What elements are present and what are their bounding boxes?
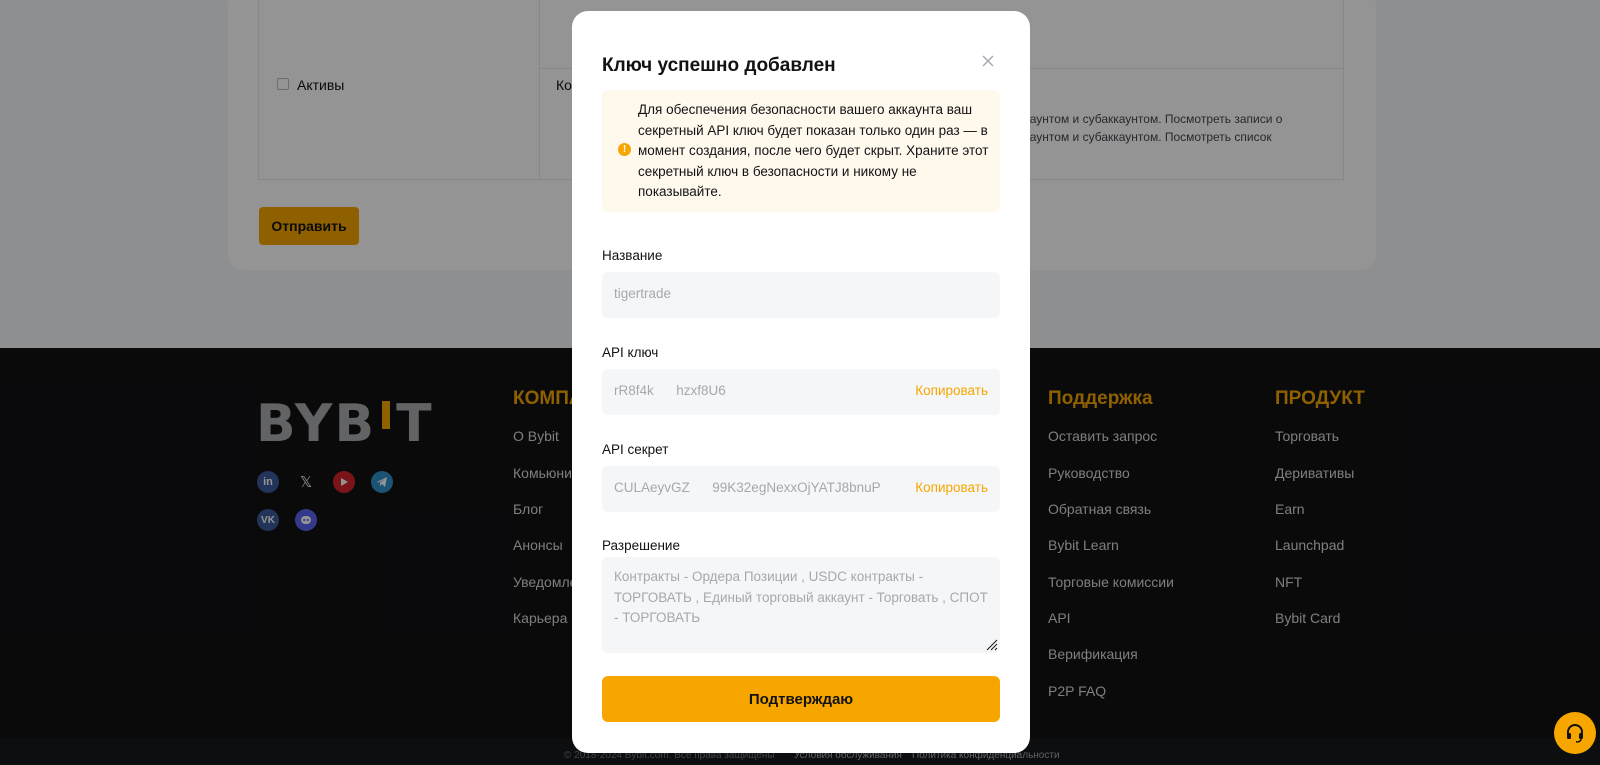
api-secret-field: CULAeyvGZ 99K32egNexxOjYATJ8bnuP Копиров… — [602, 466, 1000, 512]
copy-api-key-button[interactable]: Копировать — [915, 383, 988, 398]
confirm-button[interactable]: Подтверждаю — [602, 676, 1000, 722]
api-key-field: rR8f4k hzxf8U6 Копировать — [602, 369, 1000, 415]
permission-label: Разрешение — [602, 538, 680, 553]
api-secret-value: CULAeyvGZ 99K32egNexxOjYATJ8bnuP — [614, 480, 881, 495]
permission-value: Контракты - Ордера Позиции , USDC контра… — [614, 569, 988, 625]
api-key-added-modal: Ключ успешно добавлен ! Для обеспечения … — [572, 11, 1030, 753]
warning-icon: ! — [618, 143, 631, 156]
copy-api-secret-button[interactable]: Копировать — [915, 480, 988, 495]
name-field: tigertrade — [602, 272, 1000, 318]
support-chat-button[interactable] — [1554, 712, 1596, 754]
security-notice: ! Для обеспечения безопасности вашего ак… — [602, 90, 1000, 212]
permission-field[interactable]: Контракты - Ордера Позиции , USDC контра… — [602, 557, 1000, 653]
modal-title: Ключ успешно добавлен — [602, 55, 836, 76]
api-key-value: rR8f4k hzxf8U6 — [614, 383, 726, 398]
headset-icon — [1567, 724, 1583, 743]
api-secret-label: API секрет — [602, 442, 669, 457]
name-value: tigertrade — [614, 286, 672, 301]
name-label: Название — [602, 248, 663, 263]
resize-handle-icon[interactable] — [984, 637, 998, 651]
security-notice-text: Для обеспечения безопасности вашего акка… — [638, 102, 989, 199]
close-icon[interactable] — [980, 53, 996, 69]
api-key-label: API ключ — [602, 345, 659, 360]
